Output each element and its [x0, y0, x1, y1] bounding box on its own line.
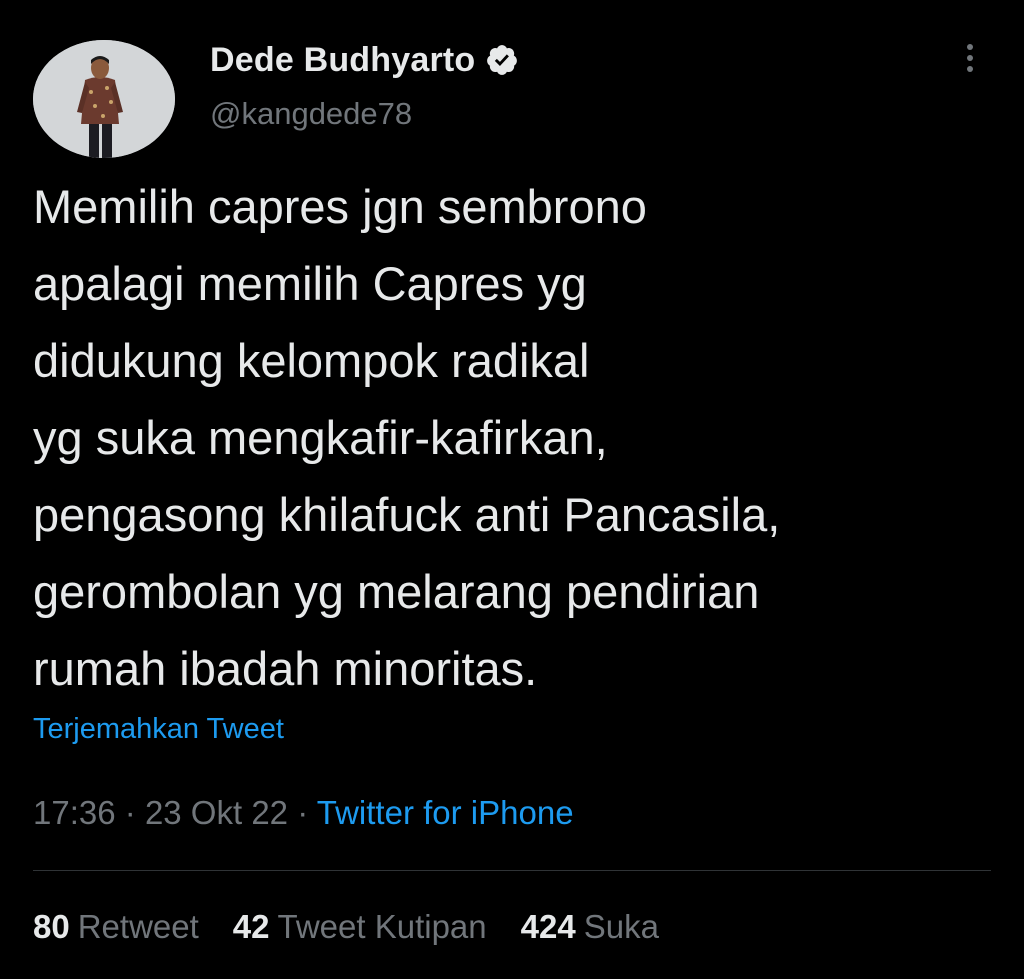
meta-separator: ·	[124, 794, 145, 831]
meta-separator: ·	[297, 794, 317, 831]
more-dot	[967, 55, 973, 61]
avatar[interactable]	[33, 40, 175, 158]
quote-tweets-count: 42	[232, 908, 270, 945]
tweet-text: Memilih capres jgn sembrono apalagi memi…	[33, 168, 993, 707]
more-dot	[967, 66, 973, 72]
tweet-text-line: gerombolan yg melarang pendirian	[33, 565, 760, 618]
tweet-stats: 80 Retweet 42 Tweet Kutipan 424 Suka	[33, 908, 659, 946]
likes-count: 424	[520, 908, 576, 945]
tweet-source-link[interactable]: Twitter for iPhone	[317, 794, 574, 831]
likes-stat[interactable]: 424 Suka	[521, 908, 659, 946]
translate-tweet-link[interactable]: Terjemahkan Tweet	[33, 713, 284, 746]
divider	[33, 870, 991, 871]
tweet-text-line: rumah ibadah minoritas.	[33, 642, 538, 695]
avatar-photo	[33, 40, 175, 158]
retweets-count: 80	[33, 908, 70, 945]
author-display-name[interactable]: Dede Budhyarto	[210, 41, 475, 80]
retweets-label: Retweet	[77, 908, 199, 945]
likes-label: Suka	[583, 908, 659, 945]
tweet-time[interactable]: 17:36	[33, 794, 116, 831]
tweet-text-line: pengasong khilafuck anti Pancasila,	[33, 488, 781, 541]
more-dot	[967, 44, 973, 50]
author-handle[interactable]: @kangdede78	[210, 96, 412, 132]
retweets-stat[interactable]: 80 Retweet	[33, 908, 199, 946]
verified-badge-icon	[485, 43, 519, 77]
tweet-text-line: yg suka mengkafir-kafirkan,	[33, 411, 608, 464]
tweet-text-line: Memilih capres jgn sembrono	[33, 180, 647, 233]
more-options-icon[interactable]	[952, 38, 988, 78]
tweet-text-line: didukung kelompok radikal	[33, 334, 590, 387]
author-name-row: Dede Budhyarto	[210, 38, 519, 82]
quote-tweets-stat[interactable]: 42 Tweet Kutipan	[233, 908, 487, 946]
quote-tweets-label: Tweet Kutipan	[277, 908, 487, 945]
tweet-date[interactable]: 23 Okt 22	[145, 794, 288, 831]
tweet-meta: 17:36 · 23 Okt 22 · Twitter for iPhone	[33, 794, 574, 832]
tweet-text-line: apalagi memilih Capres yg	[33, 257, 587, 310]
